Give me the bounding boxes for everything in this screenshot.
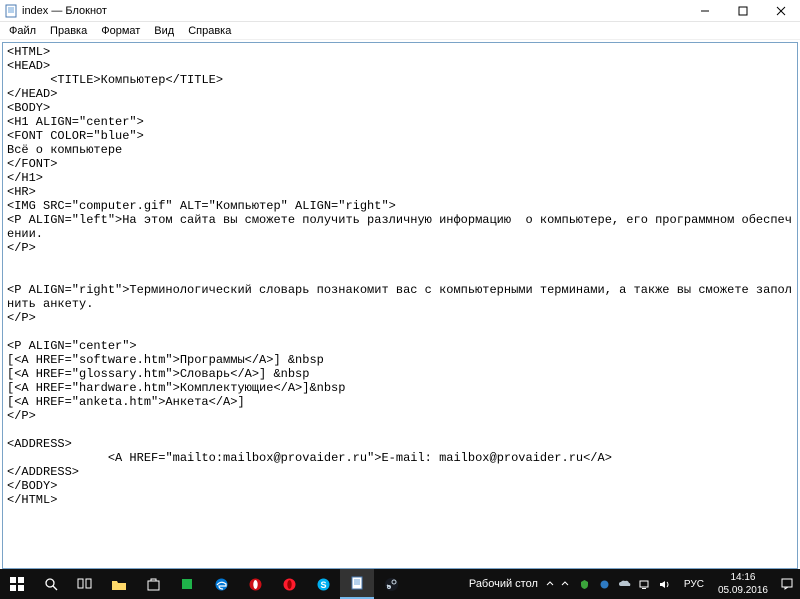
menu-help[interactable]: Справка <box>181 24 238 38</box>
taskbar-app-skype[interactable]: S <box>306 569 340 599</box>
tray-network-icon[interactable] <box>638 577 652 591</box>
task-view-icon[interactable] <box>68 569 102 599</box>
minimize-button[interactable] <box>686 0 724 22</box>
taskbar-app-green[interactable] <box>170 569 204 599</box>
clock-date: 05.09.2016 <box>718 584 768 597</box>
window-title: index — Блокнот <box>22 5 107 17</box>
chevron-up-icon[interactable] <box>546 580 554 588</box>
tray-shield-icon[interactable] <box>578 577 592 591</box>
menubar: Файл Правка Формат Вид Справка <box>0 22 800 40</box>
menu-file[interactable]: Файл <box>2 24 43 38</box>
taskbar-app-steam[interactable] <box>374 569 408 599</box>
desktop-toolbar-label[interactable]: Рабочий стол <box>461 578 546 590</box>
editor-frame: <HTML> <HEAD> <TITLE>Компьютер</TITLE> <… <box>2 42 798 569</box>
tray-volume-icon[interactable] <box>658 577 672 591</box>
taskbar-app-opera2[interactable] <box>272 569 306 599</box>
taskbar-clock[interactable]: 14:16 05.09.2016 <box>712 571 774 597</box>
menu-format[interactable]: Формат <box>94 24 147 38</box>
text-editor[interactable]: <HTML> <HEAD> <TITLE>Компьютер</TITLE> <… <box>3 43 797 568</box>
maximize-button[interactable] <box>724 0 762 22</box>
tray-app-icon[interactable] <box>598 577 612 591</box>
titlebar: index — Блокнот <box>0 0 800 22</box>
clock-time: 14:16 <box>718 571 768 584</box>
taskbar-app-edge[interactable] <box>204 569 238 599</box>
tray-onedrive-icon[interactable] <box>618 577 632 591</box>
menu-view[interactable]: Вид <box>147 24 181 38</box>
taskbar-app-notepad[interactable] <box>340 569 374 599</box>
action-center-icon[interactable] <box>774 569 800 599</box>
tray-overflow-icon[interactable] <box>558 577 572 591</box>
svg-text:S: S <box>320 580 326 590</box>
taskbar-app-explorer[interactable] <box>102 569 136 599</box>
tray <box>554 577 676 591</box>
notepad-icon <box>4 4 18 18</box>
language-indicator[interactable]: РУС <box>676 579 712 590</box>
start-button[interactable] <box>0 569 34 599</box>
close-button[interactable] <box>762 0 800 22</box>
search-icon[interactable] <box>34 569 68 599</box>
taskbar-app-store[interactable] <box>136 569 170 599</box>
menu-edit[interactable]: Правка <box>43 24 94 38</box>
taskbar: S Рабочий стол РУС 14:16 05.09.2016 <box>0 569 800 599</box>
taskbar-app-opera[interactable] <box>238 569 272 599</box>
